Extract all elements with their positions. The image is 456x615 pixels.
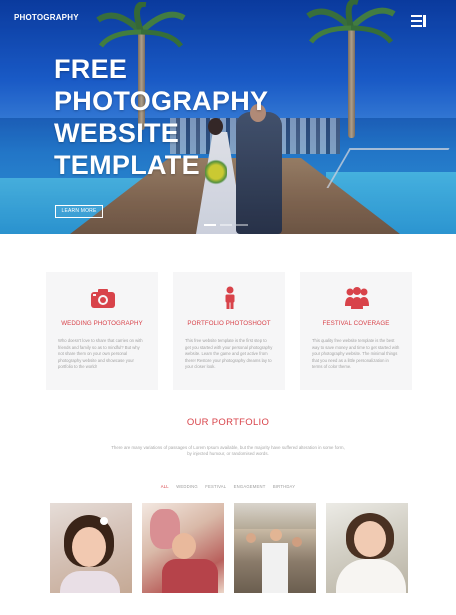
slider-dots (204, 224, 248, 226)
portfolio-title: OUR PORTFOLIO (186, 417, 270, 428)
feature-body: Who doesn't love to share that carries o… (58, 338, 143, 370)
portfolio-gallery (50, 503, 408, 593)
camera-icon (91, 289, 115, 308)
filter-engagement[interactable]: ENGAGEMENT (234, 484, 266, 489)
hero-title-line: TEMPLATE (54, 150, 200, 180)
menu-button[interactable] (411, 15, 426, 29)
feature-card-portfolio: PORTFOLIO PHOTOSHOOT This free website t… (173, 272, 285, 390)
learn-more-button[interactable]: LEARN MORE (55, 205, 103, 218)
hamburger-icon (411, 15, 422, 17)
feature-card-festival: FESTIVAL COVERAGE This quality free webs… (300, 272, 412, 390)
hero-banner: PHOTOGRAPHY FREE PHOTOGRAPHY WEBSITE TEM… (0, 0, 456, 234)
feature-body: This quality free website template is th… (312, 338, 400, 370)
feature-card-wedding: WEDDING PHOTOGRAPHY Who doesn't love to … (46, 272, 158, 390)
feature-body: This free website template is the first … (185, 338, 273, 370)
filter-all[interactable]: ALL (161, 484, 169, 489)
hero-title-line: PHOTOGRAPHY (54, 86, 269, 116)
portfolio-filters: ALL WEDDING FESTIVAL ENGAGEMENT BIRTHDAY (0, 484, 456, 489)
feature-title: FESTIVAL COVERAGE (322, 320, 390, 327)
filter-wedding[interactable]: WEDDING (176, 484, 198, 489)
slider-dot[interactable] (220, 224, 232, 226)
person-icon (225, 286, 235, 309)
slider-dot[interactable] (236, 224, 248, 226)
site-logo[interactable]: PHOTOGRAPHY (14, 13, 79, 22)
feature-title: WEDDING PHOTOGRAPHY (61, 320, 143, 327)
features-section: WEDDING PHOTOGRAPHY Who doesn't love to … (46, 272, 412, 390)
portfolio-thumbnail[interactable] (142, 503, 224, 593)
slider-dot[interactable] (204, 224, 216, 226)
portfolio-thumbnail[interactable] (326, 503, 408, 593)
hero-title: FREE PHOTOGRAPHY WEBSITE TEMPLATE (54, 53, 314, 181)
portfolio-thumbnail[interactable] (50, 503, 132, 593)
hero-title-line: WEBSITE (54, 118, 180, 148)
group-icon (345, 287, 369, 309)
portfolio-description: There are many variations of passages of… (111, 445, 345, 457)
feature-title: PORTFOLIO PHOTOSHOOT (187, 320, 271, 327)
hero-title-line: FREE (54, 54, 128, 84)
filter-festival[interactable]: FESTIVAL (205, 484, 226, 489)
portfolio-thumbnail[interactable] (234, 503, 316, 593)
filter-birthday[interactable]: BIRTHDAY (273, 484, 295, 489)
